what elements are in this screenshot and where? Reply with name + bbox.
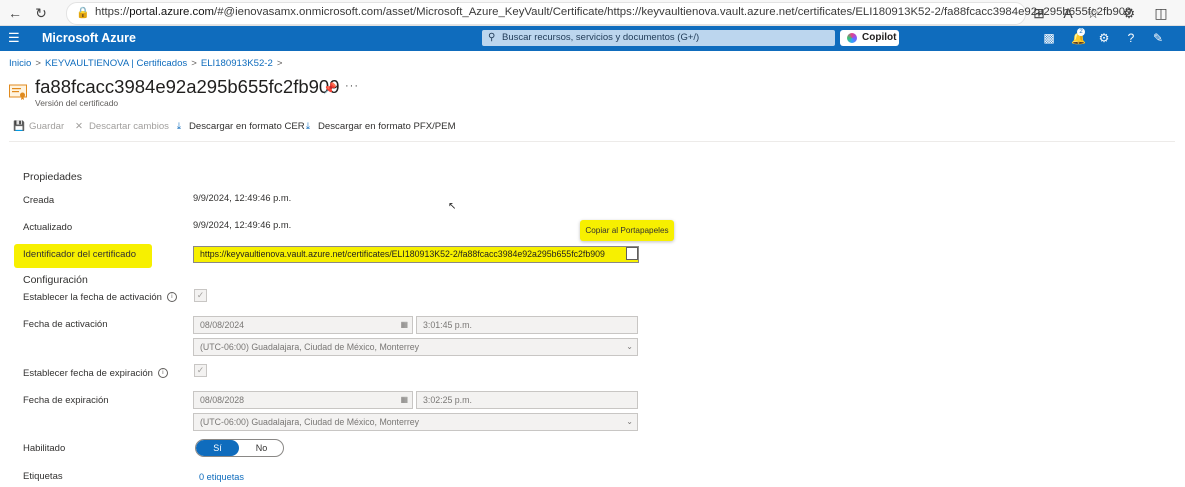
certificate-id-field[interactable]: https://keyvaultienova.vault.azure.net/c… — [193, 246, 639, 263]
lock-icon: 🔒 — [76, 7, 90, 19]
certificate-icon — [9, 84, 27, 100]
info-icon[interactable]: i — [166, 292, 177, 303]
page-subtitle: Versión del certificado — [35, 98, 119, 108]
activation-time-value: 3:01:45 p.m. — [423, 320, 472, 330]
copilot-icon — [847, 33, 857, 43]
pin-icon[interactable]: 📌 — [323, 82, 337, 95]
more-options-icon[interactable]: ··· — [345, 80, 359, 92]
configuration-heading: Configuración — [23, 274, 88, 286]
copy-tooltip: Copiar al Portapapeles — [580, 220, 674, 241]
calendar-icon: ▦ — [400, 395, 408, 404]
expiration-date-input[interactable]: 08/08/2028 ▦ — [193, 391, 413, 409]
app-grid-icon[interactable]: ⊞ — [1030, 4, 1048, 22]
properties-heading: Propiedades — [23, 171, 82, 183]
set-activation-checkbox[interactable]: ✓ — [194, 289, 207, 302]
updated-label: Actualizado — [23, 222, 73, 233]
save-label: Guardar — [29, 121, 65, 132]
copilot-label: Copilot — [862, 32, 897, 43]
activation-timezone-select[interactable]: (UTC-06:00) Guadalajara, Ciudad de Méxic… — [193, 338, 638, 356]
updated-value: 9/9/2024, 12:49:46 p.m. — [193, 220, 292, 230]
chevron-down-icon: ⌄ — [626, 417, 633, 426]
menu-icon[interactable]: ☰ — [8, 31, 22, 45]
breadcrumb-home[interactable]: Inicio — [9, 58, 31, 69]
azure-header: ☰ Microsoft Azure ⚲ Buscar recursos, ser… — [0, 26, 1185, 51]
save-icon: 💾 — [13, 121, 25, 132]
feedback-icon[interactable]: ✎ — [1151, 31, 1165, 45]
expiration-time-value: 3:02:25 p.m. — [423, 395, 472, 405]
activation-date-value: 08/08/2024 — [200, 320, 245, 330]
tags-label: Etiquetas — [23, 471, 63, 482]
certificate-id-value: https://keyvaultienova.vault.azure.net/c… — [200, 249, 605, 259]
search-placeholder: Buscar recursos, servicios y documentos … — [502, 32, 700, 43]
activation-timezone-value: (UTC-06:00) Guadalajara, Ciudad de Méxic… — [200, 342, 420, 352]
split-screen-icon[interactable]: ◫ — [1152, 4, 1170, 22]
search-icon: ⚲ — [488, 32, 496, 43]
read-aloud-icon[interactable]: A — [1059, 4, 1077, 22]
set-expiration-checkbox[interactable]: ✓ — [194, 364, 207, 377]
expiration-timezone-value: (UTC-06:00) Guadalajara, Ciudad de Méxic… — [200, 417, 420, 427]
download-pfx-button[interactable]: ⤓ Descargar en formato PFX/PEM — [302, 121, 456, 132]
set-expiration-text: Establecer fecha de expiración — [23, 368, 153, 379]
discard-label: Descartar cambios — [89, 121, 169, 132]
toolbar-divider — [9, 141, 1175, 142]
global-search[interactable]: ⚲ Buscar recursos, servicios y documento… — [482, 30, 835, 46]
page-title: fa88fcacc3984e92a295b655fc2fb909 — [35, 76, 340, 97]
expiration-time-input[interactable]: 3:02:25 p.m. — [416, 391, 638, 409]
close-icon: ✕ — [74, 121, 84, 132]
notification-badge: 2 — [1077, 28, 1085, 36]
created-label: Creada — [23, 195, 55, 206]
expiration-date-label: Fecha de expiración — [23, 395, 109, 406]
set-activation-text: Establecer la fecha de activación — [23, 292, 162, 303]
download-icon: ⤓ — [305, 121, 311, 132]
download-icon: ⤓ — [176, 121, 182, 132]
settings-gear-icon[interactable]: ⚙ — [1097, 31, 1111, 45]
help-icon[interactable]: ? — [1124, 31, 1138, 45]
expiration-date-value: 08/08/2028 — [200, 395, 245, 405]
toggle-no[interactable]: No — [240, 440, 283, 456]
refresh-icon[interactable]: ↻ — [32, 4, 50, 22]
brand-title[interactable]: Microsoft Azure — [42, 31, 136, 45]
chevron-down-icon: ⌄ — [626, 342, 633, 351]
save-button[interactable]: 💾 Guardar — [13, 121, 64, 132]
back-icon[interactable]: ← — [6, 4, 24, 22]
certificate-id-label: Identificador del certificado — [23, 249, 137, 260]
tags-link[interactable]: 0 etiquetas — [199, 472, 244, 482]
mouse-cursor-icon: ↖ — [448, 201, 457, 212]
breadcrumb-certificate[interactable]: ELI180913K52-2 — [201, 58, 273, 69]
url-text: https://portal.azure.com/#@ienovasamx.on… — [95, 6, 1132, 18]
breadcrumb-keyvault[interactable]: KEYVAULTIENOVA | Certificados — [45, 58, 187, 69]
download-cer-label: Descargar en formato CER — [189, 121, 305, 132]
set-expiration-label: Establecer fecha de expiración i — [23, 368, 168, 379]
address-bar[interactable]: 🔒 https://portal.azure.com/#@ienovasamx.… — [66, 2, 1131, 25]
activation-date-label: Fecha de activación — [23, 319, 108, 330]
created-value: 9/9/2024, 12:49:46 p.m. — [193, 193, 292, 203]
favorite-star-icon[interactable]: ☆ — [1084, 4, 1102, 22]
copy-icon[interactable] — [626, 247, 638, 260]
set-activation-label: Establecer la fecha de activación i — [23, 292, 177, 303]
calendar-icon: ▦ — [400, 320, 408, 329]
breadcrumb: Inicio > KEYVAULTIENOVA | Certificados > ELI… — [9, 58, 283, 69]
cloud-shell-icon[interactable]: ▩ — [1042, 31, 1056, 45]
expiration-timezone-select[interactable]: (UTC-06:00) Guadalajara, Ciudad de Méxic… — [193, 413, 638, 431]
activation-time-input[interactable]: 3:01:45 p.m. — [416, 316, 638, 334]
browser-toolbar: ← ↻ 🔒 https://portal.azure.com/#@ienovas… — [0, 0, 1185, 26]
enabled-label: Habilitado — [23, 443, 66, 454]
info-icon[interactable]: i — [157, 368, 168, 379]
activation-date-input[interactable]: 08/08/2024 ▦ — [193, 316, 413, 334]
toggle-yes[interactable]: Sí — [196, 440, 239, 456]
enabled-toggle[interactable]: Sí No — [195, 439, 284, 457]
discard-button[interactable]: ✕ Descartar cambios — [73, 121, 169, 132]
extensions-icon[interactable]: ⚙ — [1120, 4, 1138, 22]
download-cer-button[interactable]: ⤓ Descargar en formato CER — [173, 121, 305, 132]
download-pfx-label: Descargar en formato PFX/PEM — [318, 121, 456, 132]
copilot-button[interactable]: Copilot — [840, 30, 899, 46]
